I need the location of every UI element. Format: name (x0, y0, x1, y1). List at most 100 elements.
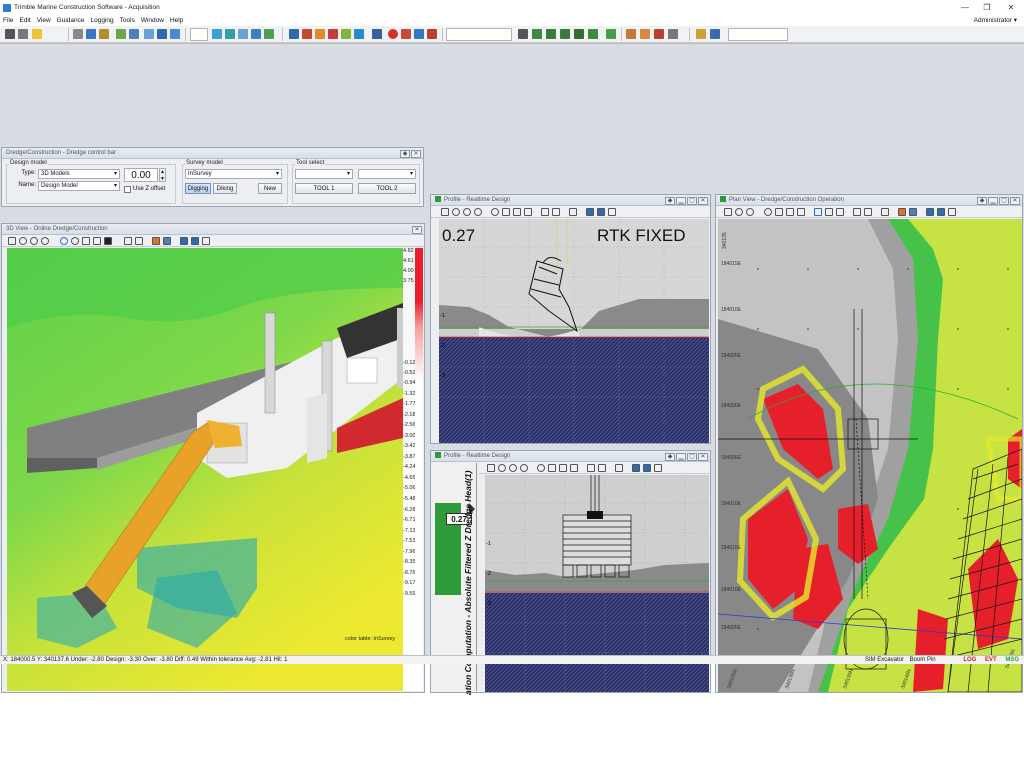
zoom-fit-icon[interactable] (474, 208, 482, 216)
export-view-icon[interactable] (191, 237, 199, 245)
rotate-icon[interactable] (491, 208, 499, 216)
tool-icon[interactable] (116, 29, 126, 39)
record-icon[interactable] (401, 29, 411, 39)
plan-view-canvas[interactable]: 340135 184015E 184010E 184005E 184000E 1… (718, 219, 1022, 692)
device-icon[interactable] (532, 29, 542, 39)
arrow-icon[interactable] (569, 208, 577, 216)
toolbar-combo[interactable] (446, 28, 512, 41)
toolbar-field[interactable] (190, 28, 208, 41)
pan-icon[interactable] (82, 237, 90, 245)
bug-icon[interactable] (99, 29, 109, 39)
close-profile-bottom[interactable]: ✕ (698, 453, 708, 461)
restore-button[interactable]: ❐ (980, 2, 994, 13)
ruler-icon[interactable] (881, 208, 889, 216)
menu-guidance[interactable]: Guidance (54, 16, 88, 26)
list-icon[interactable] (86, 29, 96, 39)
offset-spinner[interactable]: ▲ ▼ (159, 168, 166, 182)
info-icon[interactable] (710, 29, 720, 39)
save-icon[interactable] (414, 29, 424, 39)
menu-tools[interactable]: Tools (117, 16, 138, 26)
minimize-plan[interactable]: ▁ (988, 197, 998, 205)
snapshot-icon[interactable] (654, 464, 662, 472)
close-button[interactable]: ✕ (1004, 2, 1018, 13)
minimize-profile-top[interactable]: ▁ (676, 197, 686, 205)
globe-icon[interactable] (354, 29, 364, 39)
crosshair-icon[interactable] (541, 208, 549, 216)
zoom-in-icon[interactable] (498, 464, 506, 472)
monitor-icon[interactable] (157, 29, 167, 39)
print-icon[interactable] (518, 29, 528, 39)
zoom-out-icon[interactable] (746, 208, 754, 216)
pan-icon[interactable] (548, 464, 556, 472)
disk2-icon[interactable] (560, 29, 570, 39)
key-icon[interactable] (696, 29, 706, 39)
home-icon[interactable] (487, 464, 495, 472)
name-select[interactable]: Design Model (38, 181, 120, 191)
color-table-icon[interactable] (898, 208, 906, 216)
color-icon[interactable] (302, 29, 312, 39)
print-icon[interactable] (926, 208, 934, 216)
disk3-icon[interactable] (574, 29, 584, 39)
camera-icon[interactable] (5, 29, 15, 39)
export-icon[interactable] (643, 464, 651, 472)
palette-icon[interactable] (315, 29, 325, 39)
map-icon[interactable] (606, 29, 616, 39)
layers-icon[interactable] (163, 237, 171, 245)
measure-icon[interactable] (559, 464, 567, 472)
maximize-plan[interactable]: ▢ (999, 197, 1009, 205)
pin-profile-bottom[interactable]: ◆ (665, 453, 675, 461)
export-icon[interactable] (427, 29, 437, 39)
menu-logging[interactable]: Logging (88, 16, 117, 26)
ship-icon[interactable] (144, 29, 154, 39)
zoom-in-icon[interactable] (19, 237, 27, 245)
arrow-icon[interactable] (797, 208, 805, 216)
print-icon[interactable] (632, 464, 640, 472)
export-icon[interactable] (937, 208, 945, 216)
export-icon[interactable] (597, 208, 605, 216)
move-icon[interactable] (552, 208, 560, 216)
color-table-icon[interactable] (152, 237, 160, 245)
disk4-icon[interactable] (588, 29, 598, 39)
digging-button[interactable]: Digging (185, 183, 211, 194)
folder-icon[interactable] (32, 29, 42, 39)
rotate-icon[interactable] (764, 208, 772, 216)
arrow-icon[interactable] (615, 464, 623, 472)
menu-help[interactable]: Help (167, 16, 186, 26)
close-3d-button[interactable]: ✕ (412, 226, 422, 234)
stats-icon[interactable] (626, 29, 636, 39)
camera-view-icon[interactable] (104, 237, 112, 245)
rotate-icon[interactable] (537, 464, 545, 472)
grid-icon[interactable] (225, 29, 235, 39)
move-icon[interactable] (853, 208, 861, 216)
zoom-out-icon[interactable] (463, 208, 471, 216)
user-menu[interactable]: Administrator ▾ (971, 16, 1020, 26)
print-view-icon[interactable] (180, 237, 188, 245)
tool2-button[interactable]: TOOL 2 (358, 183, 416, 194)
close-profile-top[interactable]: ✕ (698, 197, 708, 205)
close-panel-button[interactable]: ✕ (411, 150, 421, 158)
report-icon[interactable] (640, 29, 650, 39)
pen-icon[interactable] (129, 29, 139, 39)
log-indicator[interactable]: LOG (961, 656, 978, 665)
close-plan[interactable]: ✕ (1010, 197, 1020, 205)
menu-view[interactable]: View (34, 16, 54, 26)
measure-icon[interactable] (786, 208, 794, 216)
zoom-in-icon[interactable] (452, 208, 460, 216)
print-icon[interactable] (586, 208, 594, 216)
minimize-button[interactable]: — (958, 2, 972, 13)
survey-select[interactable]: InSurvey (185, 169, 282, 179)
zoom-out-icon[interactable] (30, 237, 38, 245)
pin-icon[interactable] (372, 29, 382, 39)
offset-input[interactable]: 0.00 (124, 168, 158, 182)
menu-file[interactable]: File (0, 16, 16, 26)
layer-icon[interactable] (212, 29, 222, 39)
zoom-fit-icon[interactable] (41, 237, 49, 245)
maximize-profile-top[interactable]: ▢ (687, 197, 697, 205)
maximize-profile-bottom[interactable]: ▢ (687, 453, 697, 461)
toolbar-status-field[interactable] (728, 28, 788, 41)
menu-edit[interactable]: Edit (16, 16, 33, 26)
pin-plan[interactable]: ◆ (977, 197, 987, 205)
pie-icon[interactable] (328, 29, 338, 39)
home-icon[interactable] (8, 237, 16, 245)
measure-icon[interactable] (513, 208, 521, 216)
